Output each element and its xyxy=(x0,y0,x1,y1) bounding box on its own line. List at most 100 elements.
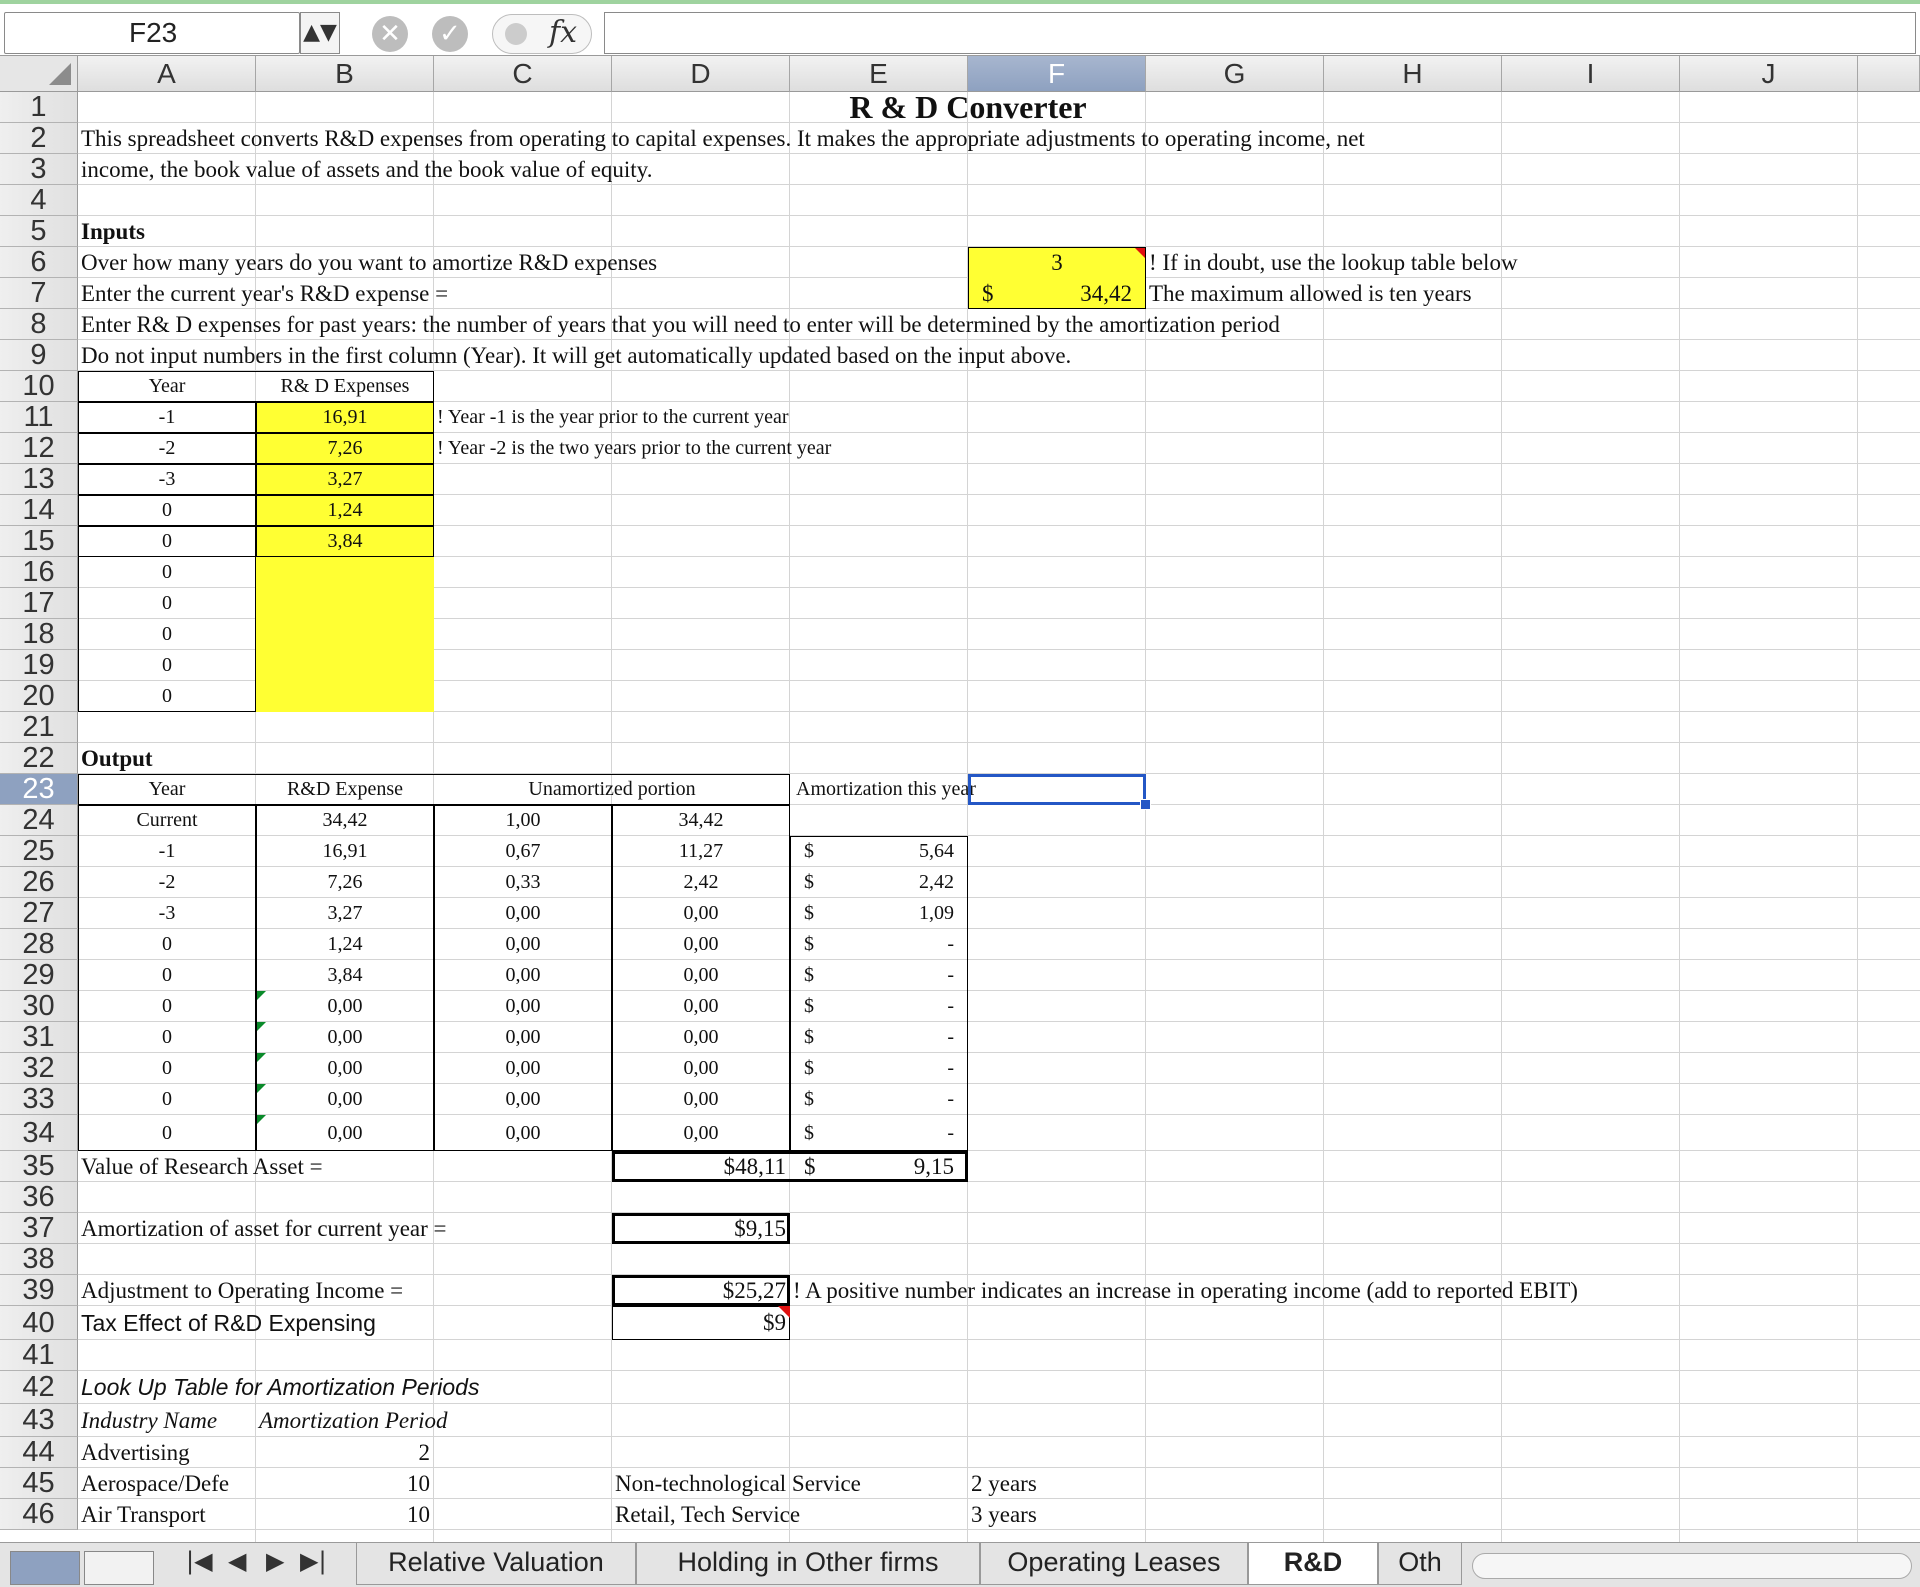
row-header-42[interactable]: 42 xyxy=(0,1371,78,1404)
row-header-9[interactable]: 9 xyxy=(0,340,78,371)
input-row-border xyxy=(78,495,434,526)
row-header-25[interactable]: 25 xyxy=(0,836,78,867)
column-header-extra xyxy=(1858,56,1920,92)
row-header-19[interactable]: 19 xyxy=(0,650,78,681)
amortization-years-label: Over how many years do you want to amort… xyxy=(81,250,658,275)
row-header-23[interactable]: 23 xyxy=(0,774,78,805)
row-header-13[interactable]: 13 xyxy=(0,464,78,495)
row-header-34[interactable]: 34 xyxy=(0,1115,78,1151)
row-header-15[interactable]: 15 xyxy=(0,526,78,557)
row-header-20[interactable]: 20 xyxy=(0,681,78,712)
row-header-5[interactable]: 5 xyxy=(0,216,78,247)
row-header-16[interactable]: 16 xyxy=(0,557,78,588)
tab-rd[interactable]: R&D xyxy=(1248,1543,1378,1585)
row-header-2[interactable]: 2 xyxy=(0,123,78,154)
input-row-border xyxy=(78,433,434,464)
tab-relative-valuation[interactable]: Relative Valuation xyxy=(356,1543,636,1585)
row-header-6[interactable]: 6 xyxy=(0,247,78,278)
column-header-a[interactable]: A xyxy=(78,56,256,92)
page-layout-view-icon[interactable] xyxy=(84,1551,154,1585)
lookup-industry-cell: Aerospace/Defe xyxy=(81,1471,230,1496)
row-header-45[interactable]: 45 xyxy=(0,1468,78,1499)
row-header-33[interactable]: 33 xyxy=(0,1084,78,1115)
row-header-29[interactable]: 29 xyxy=(0,960,78,991)
row-header-11[interactable]: 11 xyxy=(0,402,78,433)
row-header-12[interactable]: 12 xyxy=(0,433,78,464)
input-expense-cell xyxy=(256,588,434,619)
row-header-24[interactable]: 24 xyxy=(0,805,78,836)
lookup-service-cell: Retail, Tech Service xyxy=(615,1502,801,1527)
column-header-f[interactable]: F xyxy=(968,56,1146,92)
row-header-28[interactable]: 28 xyxy=(0,929,78,960)
insert-function-button[interactable]: fx xyxy=(492,14,592,54)
column-header-c[interactable]: C xyxy=(434,56,612,92)
column-header-e[interactable]: E xyxy=(790,56,968,92)
last-sheet-icon[interactable]: ▶| xyxy=(300,1547,327,1575)
name-box-stepper-icon[interactable]: ▲▼ xyxy=(300,12,340,54)
row-header-4[interactable]: 4 xyxy=(0,185,78,216)
row-header-14[interactable]: 14 xyxy=(0,495,78,526)
row-header-41[interactable]: 41 xyxy=(0,1340,78,1371)
normal-view-icon[interactable] xyxy=(10,1551,80,1585)
sheet-tab-bar: |◀ ◀ ▶ ▶| Relative Valuation Holding in … xyxy=(0,1542,1920,1587)
tab-holding-in-other-firms[interactable]: Holding in Other firms xyxy=(636,1543,980,1585)
row-header-22[interactable]: 22 xyxy=(0,743,78,774)
confirm-icon[interactable]: ✓ xyxy=(432,16,468,52)
row-header-44[interactable]: 44 xyxy=(0,1437,78,1468)
max-years-note: The maximum allowed is ten years xyxy=(1149,281,1472,306)
select-all-corner[interactable] xyxy=(0,56,78,92)
column-header-d[interactable]: D xyxy=(612,56,790,92)
next-sheet-icon[interactable]: ▶ xyxy=(266,1547,284,1575)
lookup-industry-cell: Air Transport xyxy=(81,1502,206,1527)
input-row-border xyxy=(78,526,434,557)
column-header-h[interactable]: H xyxy=(1324,56,1502,92)
column-header-j[interactable]: J xyxy=(1680,56,1858,92)
column-header-i[interactable]: I xyxy=(1502,56,1680,92)
row-header-26[interactable]: 26 xyxy=(0,867,78,898)
input-expense-cell xyxy=(256,619,434,650)
output-heading: Output xyxy=(81,746,153,771)
row-header-18[interactable]: 18 xyxy=(0,619,78,650)
first-sheet-icon[interactable]: |◀ xyxy=(186,1547,213,1575)
year-minus-1-note: ! Year -1 is the year prior to the curre… xyxy=(437,406,789,428)
row-header-37[interactable]: 37 xyxy=(0,1213,78,1244)
operating-adjustment-border xyxy=(612,1275,790,1306)
row-header-10[interactable]: 10 xyxy=(0,371,78,402)
formula-input[interactable] xyxy=(604,12,1916,54)
row-header-35[interactable]: 35 xyxy=(0,1151,78,1182)
row-header-1[interactable]: 1 xyxy=(0,92,78,123)
current-amortization-border xyxy=(612,1213,790,1244)
name-box[interactable]: F23 xyxy=(4,12,300,54)
column-header-b[interactable]: B xyxy=(256,56,434,92)
cancel-icon[interactable]: ✕ xyxy=(372,16,408,52)
tab-other[interactable]: Oth xyxy=(1378,1543,1462,1585)
active-cell-outline[interactable] xyxy=(968,774,1146,805)
row-header-21[interactable]: 21 xyxy=(0,712,78,743)
function-icon: fx xyxy=(548,15,577,50)
previous-sheet-icon[interactable]: ◀ xyxy=(228,1547,246,1575)
row-header-32[interactable]: 32 xyxy=(0,1053,78,1084)
fill-handle[interactable] xyxy=(1140,799,1151,810)
row-header-8[interactable]: 8 xyxy=(0,309,78,340)
row-header-31[interactable]: 31 xyxy=(0,1022,78,1053)
column-header-g[interactable]: G xyxy=(1146,56,1324,92)
year-column-note: Do not input numbers in the first column… xyxy=(81,343,1072,368)
row-header-3[interactable]: 3 xyxy=(0,154,78,185)
row-header-30[interactable]: 30 xyxy=(0,991,78,1022)
output-col-d-border xyxy=(612,805,790,1151)
tab-operating-leases[interactable]: Operating Leases xyxy=(980,1543,1248,1585)
row-header-7[interactable]: 7 xyxy=(0,278,78,309)
row-header-46[interactable]: 46 xyxy=(0,1499,78,1530)
row-header-40[interactable]: 40 xyxy=(0,1306,78,1340)
row-header-27[interactable]: 27 xyxy=(0,898,78,929)
spreadsheet-grid[interactable]: ABCDEFGHIJ 1 2 3 4 5 6 7 8 9 10 11 12 13 14 15 16 17 18 19… xyxy=(0,56,1920,1542)
row-header-39[interactable]: 39 xyxy=(0,1275,78,1306)
row-header-43[interactable]: 43 xyxy=(0,1404,78,1437)
row-header-36[interactable]: 36 xyxy=(0,1182,78,1213)
lookup-period-header: Amortization Period xyxy=(259,1408,448,1433)
input-row-border xyxy=(78,464,434,495)
row-header-17[interactable]: 17 xyxy=(0,588,78,619)
row-header-38[interactable]: 38 xyxy=(0,1244,78,1275)
horizontal-scrollbar[interactable] xyxy=(1472,1553,1912,1579)
tax-effect-border xyxy=(612,1306,790,1340)
